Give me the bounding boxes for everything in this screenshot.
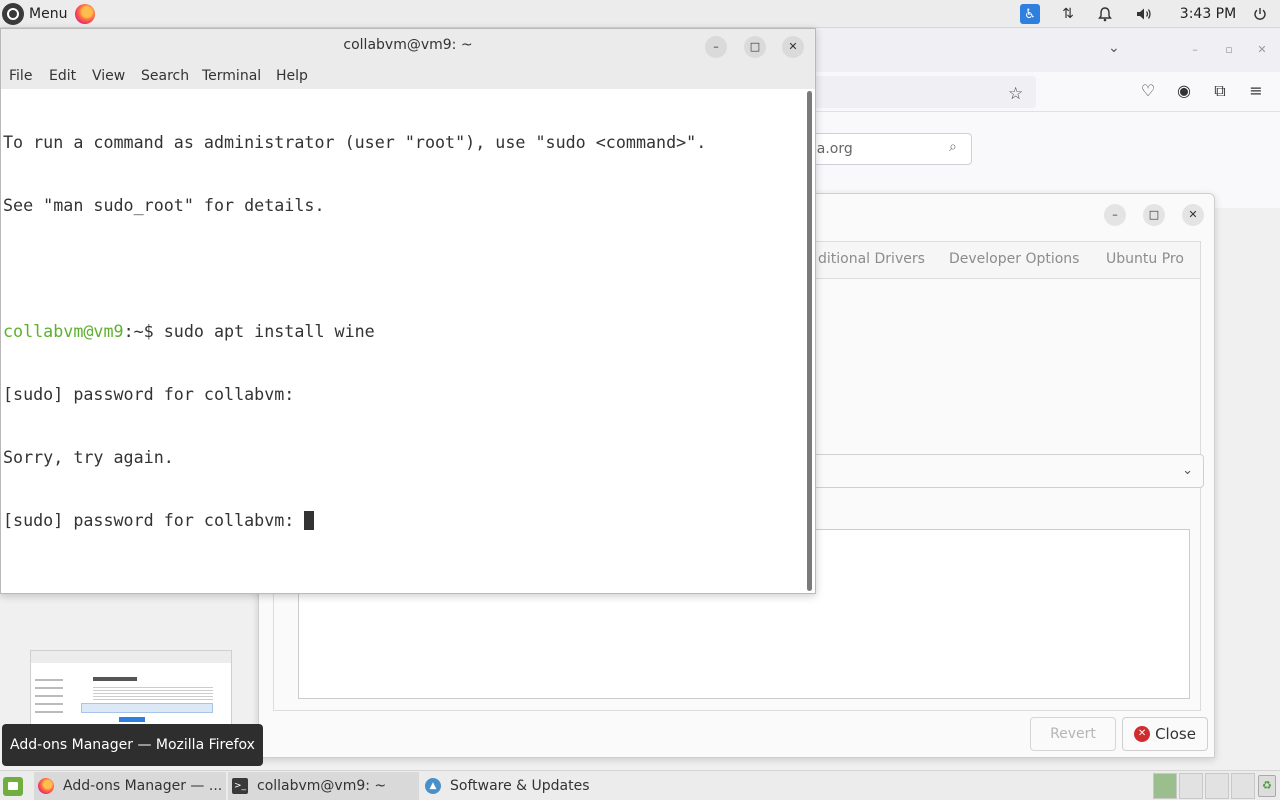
terminal-menubar: File Edit View Search Terminal Help — [1, 63, 815, 89]
software-updates-icon: ▲ — [425, 778, 441, 794]
preview-button — [119, 717, 145, 722]
prompt-command: :~$ sudo apt install wine — [123, 321, 375, 341]
power-button[interactable] — [1248, 0, 1272, 28]
scrollbar[interactable] — [807, 91, 812, 591]
hamburger-menu-icon[interactable]: ≡ — [1245, 81, 1267, 100]
minimize-icon[interactable]: – — [705, 36, 727, 58]
clock[interactable]: 3:43 PM — [1172, 0, 1244, 28]
account-icon[interactable]: ◉ — [1173, 81, 1195, 100]
maximize-icon[interactable]: ▫ — [1219, 40, 1239, 60]
pocket-icon[interactable]: ♡ — [1137, 81, 1159, 100]
terminal-line: [sudo] password for collabvm: — [3, 510, 803, 531]
minimize-icon[interactable]: – — [1104, 204, 1126, 226]
terminal-window: collabvm@vm9: ~ – □ ✕ File Edit View Sea… — [0, 28, 816, 594]
window-title: collabvm@vm9: ~ — [343, 37, 473, 53]
bookmark-star-icon[interactable]: ☆ — [1008, 84, 1023, 104]
task-label: Add-ons Manager — ... — [63, 778, 223, 794]
workspace-3[interactable] — [1205, 773, 1229, 799]
preview-notice — [81, 703, 213, 713]
firefox-toolbar: ☆ ♡ ◉ ⧉ ≡ — [800, 72, 1280, 112]
accessibility-icon: ♿ — [1020, 4, 1040, 24]
menu-view[interactable]: View — [92, 68, 125, 84]
firefox-icon — [38, 778, 54, 794]
preview-text — [93, 687, 213, 701]
terminal-command-line: collabvm@vm9:~$ sudo apt install wine — [3, 321, 803, 342]
password-prompt: [sudo] password for collabvm: — [3, 510, 305, 530]
firefox-titlebar: ⌄ – ▫ ✕ — [800, 28, 1280, 72]
search-icon: ⌕ — [949, 139, 957, 155]
url-bar[interactable]: ☆ — [800, 76, 1036, 108]
accessibility-tray[interactable]: ♿ — [1018, 0, 1042, 28]
firefox-launcher[interactable] — [73, 0, 97, 28]
notifications-tray[interactable] — [1094, 0, 1116, 28]
chevron-down-icon[interactable]: ⌄ — [1108, 40, 1120, 56]
show-desktop-icon[interactable] — [3, 777, 23, 796]
maximize-icon[interactable]: □ — [744, 36, 766, 58]
menu-search[interactable]: Search — [141, 68, 189, 84]
close-icon[interactable]: ✕ — [1252, 40, 1272, 60]
addons-search-input[interactable]: lla.org ⌕ — [800, 133, 972, 165]
terminal-line: Sorry, try again. — [3, 447, 174, 467]
window-preview-thumbnail[interactable] — [30, 650, 232, 728]
menu-label: Menu — [29, 6, 68, 22]
trash-icon[interactable]: ♻ — [1258, 775, 1276, 797]
close-label: Close — [1155, 725, 1196, 743]
volume-icon — [1137, 8, 1151, 20]
close-icon[interactable]: ✕ — [1182, 204, 1204, 226]
terminal-line: To run a command as administrator (user … — [3, 132, 707, 152]
close-icon[interactable]: ✕ — [782, 36, 804, 58]
volume-tray[interactable] — [1133, 0, 1155, 28]
menu-edit[interactable]: Edit — [49, 68, 76, 84]
firefox-window: ⌄ – ▫ ✕ ☆ ♡ ◉ ⧉ ≡ lla.org ⌕ — [800, 28, 1280, 208]
power-icon — [1254, 8, 1266, 20]
tab-additional-drivers[interactable]: ditional Drivers — [818, 251, 925, 267]
menu-button[interactable]: Menu — [0, 0, 74, 28]
menu-terminal[interactable]: Terminal — [202, 68, 261, 84]
text-cursor — [304, 511, 315, 530]
chevron-down-icon: ⌄ — [1182, 463, 1193, 478]
bell-icon — [1098, 6, 1112, 21]
workspace-2[interactable] — [1179, 773, 1203, 799]
menu-help[interactable]: Help — [276, 68, 308, 84]
extensions-icon[interactable]: ⧉ — [1209, 81, 1231, 101]
terminal-icon: >_ — [232, 778, 248, 794]
tab-developer-options[interactable]: Developer Options — [949, 251, 1079, 267]
terminal-line: See "man sudo_root" for details. — [3, 195, 325, 215]
task-label: collabvm@vm9: ~ — [257, 778, 387, 794]
top-panel: Menu ♿ ⇅ 3:43 PM — [0, 0, 1280, 28]
task-label: Software & Updates — [450, 778, 590, 794]
revert-button[interactable]: Revert — [1030, 717, 1116, 751]
task-software-updates[interactable]: ▲ Software & Updates — [421, 772, 611, 800]
close-button[interactable]: ✕ Close — [1122, 717, 1208, 751]
menu-file[interactable]: File — [9, 68, 32, 84]
workspace-1[interactable] — [1153, 773, 1177, 799]
workspace-4[interactable] — [1231, 773, 1255, 799]
task-firefox[interactable]: Add-ons Manager — ... — [34, 772, 226, 800]
terminal-titlebar[interactable]: collabvm@vm9: ~ – □ ✕ — [1, 29, 815, 63]
prompt-user-host: collabvm@vm9 — [3, 321, 124, 341]
terminal-line: [sudo] password for collabvm: — [3, 384, 295, 404]
task-terminal[interactable]: >_ collabvm@vm9: ~ — [228, 772, 419, 800]
tab-ubuntu-pro[interactable]: Ubuntu Pro — [1106, 251, 1184, 267]
bottom-taskbar: Add-ons Manager — ... >_ collabvm@vm9: ~… — [0, 770, 1280, 800]
preview-heading — [93, 677, 137, 681]
terminal-output[interactable]: To run a command as administrator (user … — [3, 90, 803, 590]
firefox-icon — [75, 4, 95, 24]
minimize-icon[interactable]: – — [1185, 40, 1205, 60]
maximize-icon[interactable]: □ — [1143, 204, 1165, 226]
network-tray[interactable]: ⇅ — [1057, 0, 1079, 28]
network-icon: ⇅ — [1062, 6, 1074, 22]
preview-titlebar — [31, 651, 231, 663]
window-tooltip: Add-ons Manager — Mozilla Firefox — [2, 724, 263, 766]
dropdown-select[interactable]: ⌄ — [804, 454, 1204, 488]
preview-sidebar — [35, 679, 63, 719]
close-circle-icon: ✕ — [1134, 726, 1151, 742]
ubuntu-logo-icon — [2, 3, 24, 25]
